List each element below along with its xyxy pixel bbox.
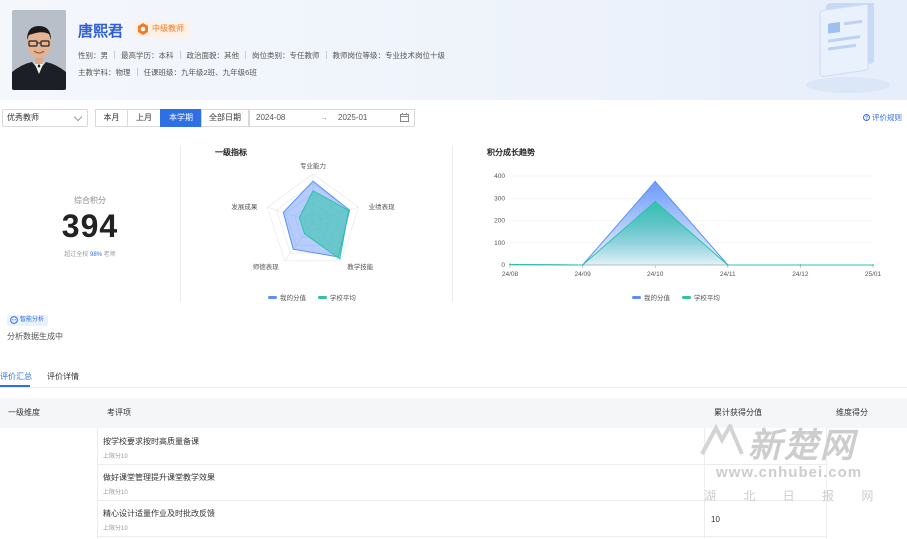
trend-y-tick: 100 [494,240,505,247]
post-level-field: 教师岗位等级：专业技术岗位十级 [332,51,446,60]
table-row-cap: 上限分10 [103,526,128,532]
trend-y-tick: 300 [494,195,505,202]
profile-info-row1: 性别：男 最高学历：本科 政治面貌：其他 岗位类别：专任教师 教师岗位等级：专业技术岗位… [78,50,445,61]
date-range-separator: → [320,113,328,122]
gender-field: 性别：男 [78,51,108,60]
trend-point [654,200,656,203]
tab-evaluation-details[interactable]: 评价详情 [47,371,79,382]
table-col-line [97,428,98,539]
trend-point [872,264,874,266]
watermark-logo-icon [700,424,744,455]
title-badge-label: 中级教师 [152,24,184,33]
title-badge: 中级教师 [134,21,190,37]
radar-axis-label: 发展成果 [231,202,258,211]
category-select-value: 优秀教师 [7,113,39,122]
trend-y-tick: 200 [494,218,505,225]
chevron-down-icon [73,112,83,122]
total-score: 394 [61,208,119,244]
table-row-item: 精心设计适量作业及时批改反馈 [103,509,215,518]
trend-x-tick: 24/12 [792,271,809,278]
post-category-field: 岗位类别：专任教师 [252,51,320,60]
trend-x-tick: 24/10 [647,271,664,278]
evaluation-rules-label: 评价规则 [872,113,902,122]
trend-point [799,264,802,266]
period-this-month-button[interactable]: 本月 [95,109,128,127]
education-field: 最高学历：本科 [121,51,174,60]
trend-x-tick: 24/11 [720,271,736,278]
help-icon [862,114,870,121]
political-field: 政治面貌：其他 [186,51,240,60]
score-ranking: 超过全校 98% 老师 [0,249,180,258]
score-ranking-prefix: 超过全校 [64,252,89,258]
teacher-name: 唐熙君 [78,23,124,40]
watermark-brand: 新楚网 [748,427,856,465]
trend-y-tick: 400 [494,173,505,180]
robot-icon [10,316,18,324]
trend-legend-avg-label: 学校平均 [693,295,720,302]
radar-legend-avg: 学校平均 [317,295,356,302]
trend-legend: 我的分值 学校平均 [632,292,720,302]
trend-chart: 0 100 200 300 400 24/08 24/09 24/10 24/11 24/12 25… [494,173,882,278]
ai-analysis-tag-label: 智能分析 [20,317,45,323]
trend-legend-mine: 我的分值 [632,295,670,302]
table-row-cap: 上限分10 [103,454,128,460]
table-header-item: 考评项 [97,398,704,428]
panel-divider [180,145,181,302]
table-row-cap: 上限分10 [103,490,128,496]
trend-x-tick: 24/09 [574,271,591,278]
ai-analysis-tag: 智能分析 [7,315,49,326]
profile-header: 唐熙君 中级教师 性别：男 最高学历：本科 政治面貌：其他 岗位类别：专任教师 教师岗位… [0,0,907,100]
ai-analysis-status: 分析数据生成中 [7,332,63,341]
score-ranking-percent: 98% [89,252,102,258]
trend-title: 积分成长趋势 [487,148,535,157]
trend-x-tick: 24/08 [502,271,519,278]
radar-axis-label: 师德表现 [253,262,280,271]
trend-x-tick: 25/01 [865,271,882,278]
calendar-icon [400,113,409,122]
trend-point [509,263,511,266]
evaluation-rules-link[interactable]: 评价规则 [862,112,902,123]
radar-chart: 专业能力业绩表现教学技能 师德表现 发展成果 [231,161,396,271]
trend-point [727,264,729,266]
watermark-sub: 湖 北 日 报 网 [704,489,886,503]
date-start[interactable]: 2024-08 [256,110,285,126]
classes-field: 任课班级：九年级2班、九年级6班 [143,68,257,77]
trend-legend-avg: 学校平均 [681,295,720,302]
radar-legend-mine-label: 我的分值 [280,295,306,302]
radar-axis-label: 业绩表现 [369,202,396,211]
panel-divider [452,145,453,302]
radar-legend: 我的分值 学校平均 [268,292,356,302]
watermark-url: www.cnhubei.com [716,464,863,481]
score-ranking-suffix: 老师 [103,252,116,258]
trend-legend-mine-label: 我的分值 [644,295,670,302]
date-end[interactable]: 2025-01 [338,110,367,126]
trend-point [654,180,656,183]
document-illustration-icon [806,3,890,93]
category-select[interactable]: 优秀教师 [2,109,88,127]
profile-info-row2: 主教学科：物理 任课班级：九年级2班、九年级6班 [78,67,257,78]
table-header-dimension: 一级维度 [0,398,97,428]
tab-evaluation-summary[interactable]: 评价汇总 [0,371,32,382]
period-this-semester-button[interactable]: 本学期 [160,109,202,127]
avatar [12,10,66,90]
radar-legend-mine: 我的分值 [268,295,306,302]
table-row-item: 做好课堂管理提升课堂教学效果 [103,473,215,482]
table-row-line [97,536,826,537]
subject-field: 主教学科：物理 [78,68,131,77]
date-range-picker[interactable]: 2024-08 → 2025-01 [249,109,415,127]
radar-legend-avg-label: 学校平均 [329,295,356,302]
period-last-month-button[interactable]: 上月 [127,109,161,127]
trend-y-tick: 0 [501,262,505,269]
table-row-score: 10 [711,515,720,524]
period-all-dates-button[interactable]: 全部日期 [201,109,249,127]
trend-point [581,264,584,266]
radar-axis-label: 教学技能 [347,262,374,271]
table-row-item: 按学校要求按时高质量备课 [103,437,199,446]
medal-icon [138,23,148,35]
tab-underline-track [0,387,907,388]
score-label: 综合积分 [74,196,106,205]
tab-active-indicator [0,385,30,387]
radar-title: 一级指标 [215,148,247,157]
radar-axis-label: 专业能力 [300,161,326,170]
